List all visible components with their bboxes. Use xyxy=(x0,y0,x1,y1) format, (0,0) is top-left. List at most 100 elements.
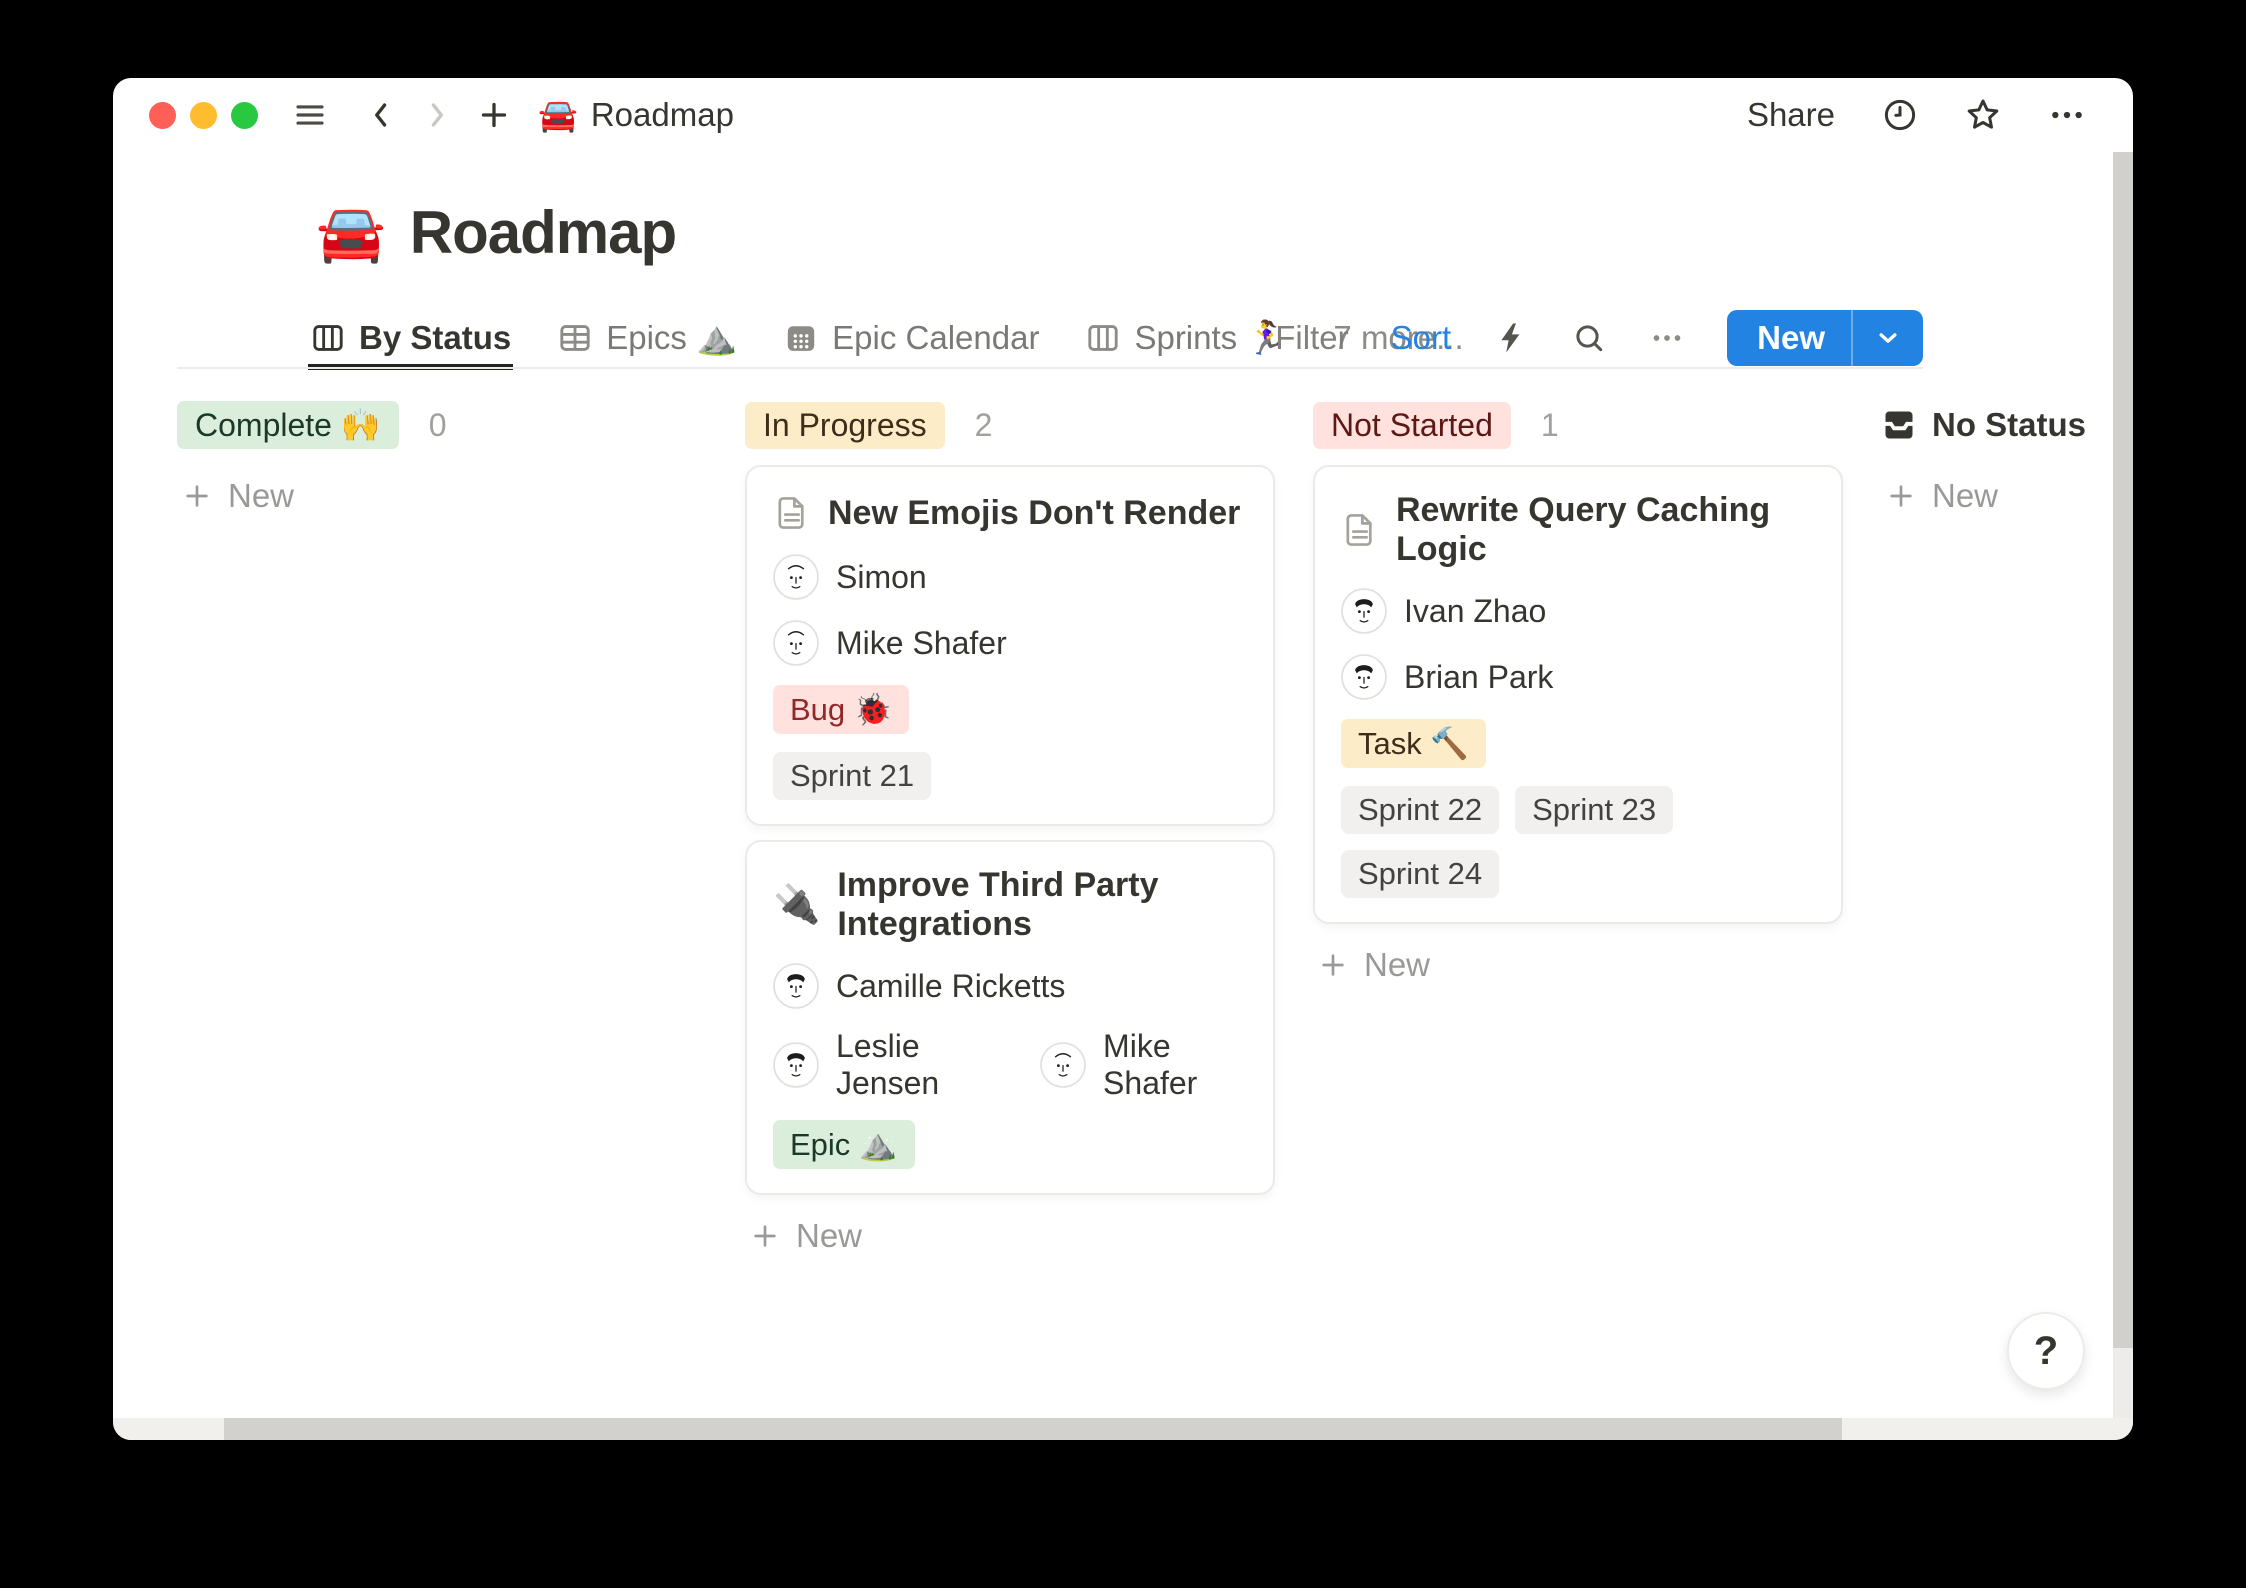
forward-icon[interactable] xyxy=(420,98,454,132)
table-icon xyxy=(557,320,593,356)
tag-bug: Bug 🐞 xyxy=(773,685,909,734)
board-icon xyxy=(1085,320,1121,356)
column-complete: Complete 🙌 0 New xyxy=(177,401,707,515)
tab-sprints[interactable]: Sprints 🏃‍♀️ xyxy=(1085,307,1287,369)
zoom-window-button[interactable] xyxy=(231,102,258,129)
status-pill-in-progress[interactable]: In Progress xyxy=(745,402,945,449)
view-toolbar: Filter Sort New xyxy=(1275,307,1923,369)
horizontal-scrollbar[interactable] xyxy=(113,1418,2133,1440)
add-card-label: New xyxy=(796,1217,862,1255)
search-icon[interactable] xyxy=(1571,320,1607,356)
column-header-in-progress[interactable]: In Progress 2 xyxy=(745,401,1275,449)
avatar xyxy=(773,963,819,1009)
tag-task: Task 🔨 xyxy=(1341,719,1486,768)
close-window-button[interactable] xyxy=(149,102,176,129)
tab-epics[interactable]: Epics ⛰️ xyxy=(557,307,737,369)
add-card-button-no-status[interactable]: New xyxy=(1881,477,2133,515)
sprint-chip-row: Sprint 22Sprint 23Sprint 24 xyxy=(1341,786,1815,898)
person-row: Leslie Jensen Mike Shafer xyxy=(773,1028,1247,1102)
chip-sprint-22: Sprint 22 xyxy=(1341,786,1499,834)
person-name: Brian Park xyxy=(1404,659,1553,696)
favorite-star-icon[interactable] xyxy=(1963,95,2003,135)
column-header-not-started[interactable]: Not Started 1 xyxy=(1313,401,1843,449)
minimize-window-button[interactable] xyxy=(190,102,217,129)
tabs-divider xyxy=(177,367,1923,369)
column-count: 1 xyxy=(1541,407,1559,444)
person-ivan-zhao: Ivan Zhao xyxy=(1341,588,1546,634)
add-card-button-complete[interactable]: New xyxy=(177,477,707,515)
app-window: 🚘 Roadmap Share 🚘 Roadmap By Status Epics… xyxy=(113,78,2133,1440)
board: Complete 🙌 0 New In Progress 2 New Emojis Don… xyxy=(177,401,2133,1255)
share-button[interactable]: Share xyxy=(1747,96,1835,134)
chevron-down-icon[interactable] xyxy=(1853,323,1923,353)
filter-button[interactable]: Filter xyxy=(1275,319,1348,357)
card-title: Improve Third Party Integrations xyxy=(837,866,1247,944)
kanban-card-improve-third-party-integrations[interactable]: 🔌Improve Third Party IntegrationsCamille… xyxy=(745,840,1275,1195)
avatar xyxy=(773,1042,819,1088)
column-header-complete[interactable]: Complete 🙌 0 xyxy=(177,401,707,449)
column-not-started: Not Started 1 Rewrite Query Caching LogicI… xyxy=(1313,401,1843,984)
automation-bolt-icon[interactable] xyxy=(1493,320,1529,356)
new-button-label: New xyxy=(1727,319,1851,357)
card-list: New Emojis Don't Render Simon Mike Shafer B… xyxy=(745,465,1275,1195)
history-clock-icon[interactable] xyxy=(1881,96,1919,134)
views-row: By Status Epics ⛰️ Epic Calendar Sprints 🏃‍… xyxy=(113,307,2133,369)
inbox-icon xyxy=(1881,407,1917,443)
tag-row: Task 🔨 xyxy=(1341,719,1815,768)
sprint-chip-row: Sprint 21 xyxy=(773,752,1247,800)
page-emoji[interactable]: 🚘 xyxy=(316,205,386,261)
person-simon: Simon xyxy=(773,554,927,600)
more-options-icon[interactable] xyxy=(2047,95,2087,135)
plus-icon xyxy=(181,480,213,512)
status-pill-complete[interactable]: Complete 🙌 xyxy=(177,401,399,449)
card-title: New Emojis Don't Render xyxy=(828,494,1240,533)
plus-icon xyxy=(1317,949,1349,981)
person-name: Ivan Zhao xyxy=(1404,593,1546,630)
sort-button[interactable]: Sort xyxy=(1391,319,1452,357)
person-name: Mike Shafer xyxy=(836,625,1007,662)
view-options-icon[interactable] xyxy=(1649,320,1685,356)
tab-label: By Status xyxy=(359,319,511,357)
add-card-button-not-started[interactable]: New xyxy=(1313,946,1843,984)
breadcrumb[interactable]: 🚘 Roadmap xyxy=(538,96,734,134)
column-count: 0 xyxy=(429,407,447,444)
person-name: Leslie Jensen xyxy=(836,1028,1002,1102)
new-button[interactable]: New xyxy=(1727,310,1923,366)
breadcrumb-title: Roadmap xyxy=(591,96,734,134)
add-card-label: New xyxy=(1932,477,1998,515)
chip-sprint-23: Sprint 23 xyxy=(1515,786,1673,834)
person-name: Simon xyxy=(836,559,927,596)
add-card-button-in-progress[interactable]: New xyxy=(745,1217,1275,1255)
plus-icon xyxy=(1885,480,1917,512)
column-count: 2 xyxy=(975,407,993,444)
avatar xyxy=(1040,1042,1086,1088)
screen: { "chrome": { "tab_emoji": "🚘", "tab_tit… xyxy=(0,0,2246,1588)
horizontal-scrollbar-thumb[interactable] xyxy=(224,1418,1842,1440)
tag-row: Bug 🐞 xyxy=(773,685,1247,734)
avatar xyxy=(773,554,819,600)
kanban-card-rewrite-query-caching-logic[interactable]: Rewrite Query Caching LogicIvan ZhaoBria… xyxy=(1313,465,1843,924)
column-header-no-status[interactable]: No Status0 xyxy=(1881,401,2133,449)
page-title[interactable]: Roadmap xyxy=(410,198,676,267)
sidebar-toggle-icon[interactable] xyxy=(292,97,328,133)
status-pill-not-started[interactable]: Not Started xyxy=(1313,402,1511,449)
back-icon[interactable] xyxy=(364,98,398,132)
tab-label: Epic Calendar xyxy=(832,319,1039,357)
help-button[interactable]: ? xyxy=(2007,1312,2085,1390)
chip-sprint-21: Sprint 21 xyxy=(773,752,931,800)
card-title-row: New Emojis Don't Render xyxy=(773,491,1247,535)
person-mike-shafer: Mike Shafer xyxy=(1040,1028,1247,1102)
new-tab-icon[interactable] xyxy=(476,97,512,133)
add-card-label: New xyxy=(228,477,294,515)
tab-by-status[interactable]: By Status xyxy=(310,307,511,369)
person-row: Mike Shafer xyxy=(773,619,1247,667)
column-no-status: No Status0 New xyxy=(1881,401,2133,515)
plus-icon xyxy=(749,1220,781,1252)
vertical-scrollbar-thumb[interactable] xyxy=(2113,152,2133,1348)
vertical-scrollbar[interactable] xyxy=(2113,152,2133,1418)
tab-epic-calendar[interactable]: Epic Calendar xyxy=(783,307,1039,369)
kanban-card-new-emojis-don-t-render[interactable]: New Emojis Don't Render Simon Mike Shafer B… xyxy=(745,465,1275,826)
person-name: Mike Shafer xyxy=(1103,1028,1247,1102)
card-title-row: 🔌Improve Third Party Integrations xyxy=(773,866,1247,944)
tab-label: Epics ⛰️ xyxy=(606,319,737,358)
